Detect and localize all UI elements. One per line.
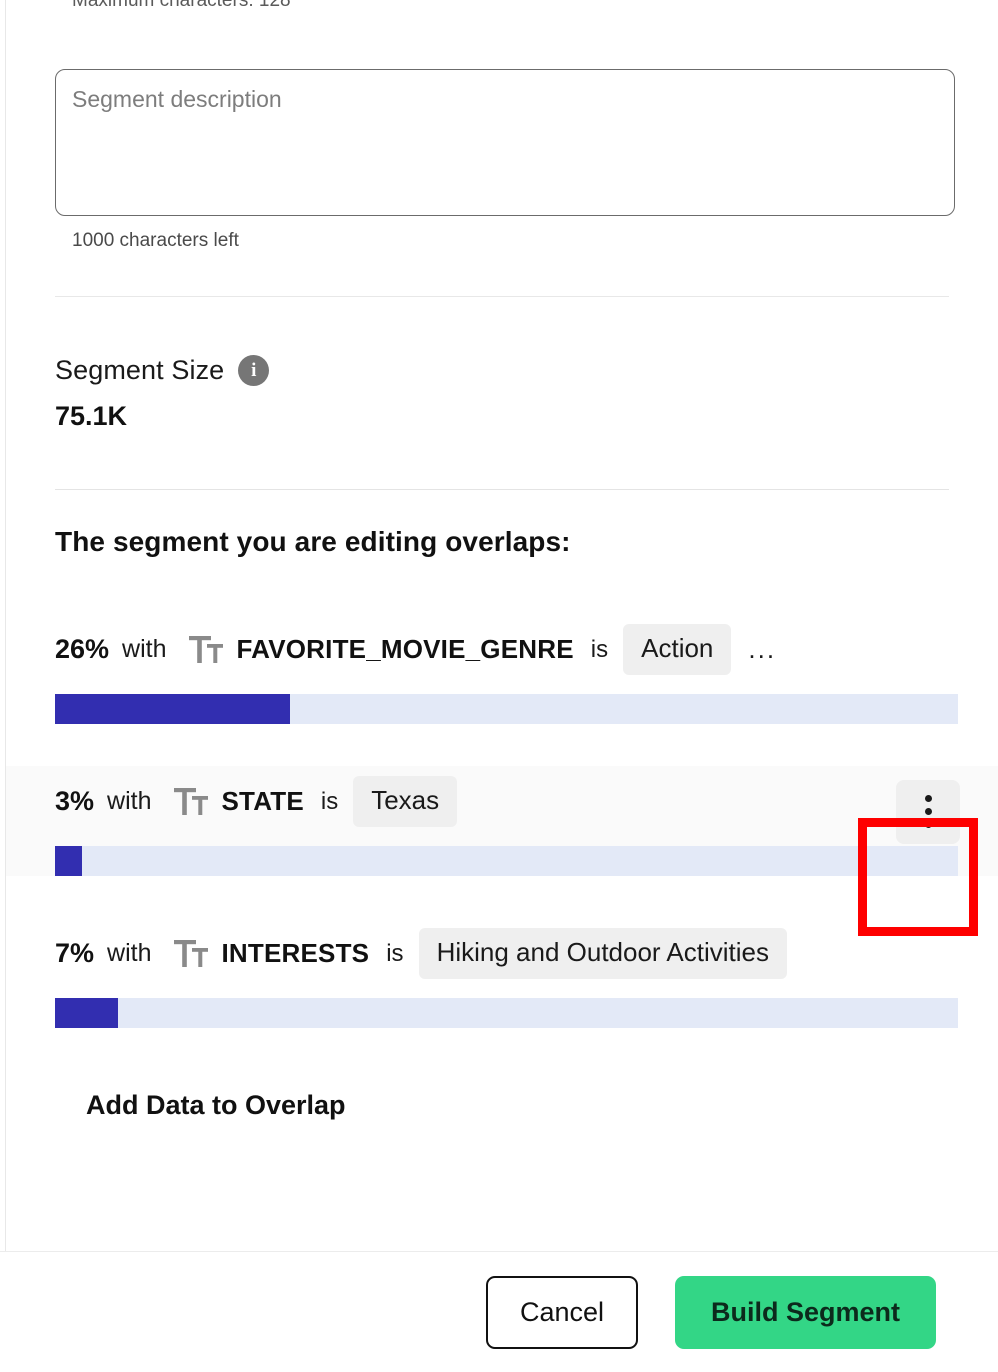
text-type-icon — [173, 787, 208, 816]
overlap-bar-track — [55, 997, 958, 1028]
overlap-row[interactable]: 3% with STATE is Texas — [6, 765, 998, 876]
segment-description-counter: 1000 characters left — [72, 229, 239, 251]
overlap-bar-fill — [55, 845, 83, 876]
overlap-value-chip[interactable]: Hiking and Outdoor Activities — [418, 928, 787, 980]
info-icon[interactable]: i — [238, 354, 270, 386]
overlap-row[interactable]: 26% with FAVORITE_MOVIE_GENRE is Action … — [6, 614, 998, 724]
overlap-bar-track — [55, 693, 958, 724]
segment-size-block: Segment Size i 75.1K — [6, 297, 998, 432]
overlap-more-values-ellipsis[interactable]: ... — [748, 634, 776, 665]
overlap-percent: 26% — [55, 634, 110, 665]
text-type-icon — [173, 939, 208, 968]
overlap-row[interactable]: 7% with INTERESTS is Hiking and Outdoor … — [6, 918, 998, 1028]
overlap-with-label: with — [107, 787, 152, 816]
overlap-section-title: The segment you are editing overlaps: — [55, 525, 571, 557]
segment-description-input[interactable] — [55, 68, 955, 216]
add-data-to-overlap-button[interactable]: Add Data to Overlap — [86, 1090, 346, 1121]
cancel-button[interactable]: Cancel — [486, 1275, 638, 1349]
kebab-dot — [924, 821, 932, 829]
overlap-is-label: is — [386, 939, 404, 967]
segment-description-field-group: 1000 characters left — [6, 68, 998, 252]
row-spacer — [6, 724, 998, 766]
segment-editor-dialog-body: Maximum characters: 128 1000 characters … — [5, 0, 998, 1251]
dialog-footer: Cancel Build Segment — [0, 1251, 998, 1372]
overlap-percent: 7% — [55, 938, 95, 969]
segment-name-field-group: Maximum characters: 128 — [6, 0, 998, 13]
segment-name-helper-text: Maximum characters: 128 — [72, 0, 291, 11]
overlap-bar-track — [55, 845, 958, 876]
segment-size-value: 75.1K — [55, 400, 128, 431]
segment-size-label: Segment Size — [55, 354, 225, 385]
kebab-dot — [924, 808, 932, 816]
overlap-with-label: with — [122, 635, 167, 664]
overlap-list: 26% with FAVORITE_MOVIE_GENRE is Action … — [6, 614, 998, 1121]
overlap-attribute-name: FAVORITE_MOVIE_GENRE — [236, 634, 574, 665]
overlap-attribute-name: INTERESTS — [221, 938, 370, 969]
overlap-value-chip[interactable]: Action — [623, 624, 732, 676]
overlap-bar-fill — [55, 997, 119, 1028]
kebab-menu-icon[interactable] — [896, 779, 960, 844]
overlap-is-label: is — [590, 635, 609, 663]
overlap-bar-fill — [55, 693, 290, 724]
overlap-percent: 3% — [55, 786, 95, 817]
overlap-with-label: with — [107, 939, 152, 968]
row-spacer — [6, 876, 998, 918]
kebab-dot — [924, 795, 932, 803]
text-type-icon — [188, 635, 223, 664]
overlap-value-chip[interactable]: Texas — [353, 776, 458, 828]
overlap-is-label: is — [320, 787, 339, 815]
build-segment-button[interactable]: Build Segment — [675, 1275, 936, 1349]
overlap-attribute-name: STATE — [221, 786, 304, 817]
